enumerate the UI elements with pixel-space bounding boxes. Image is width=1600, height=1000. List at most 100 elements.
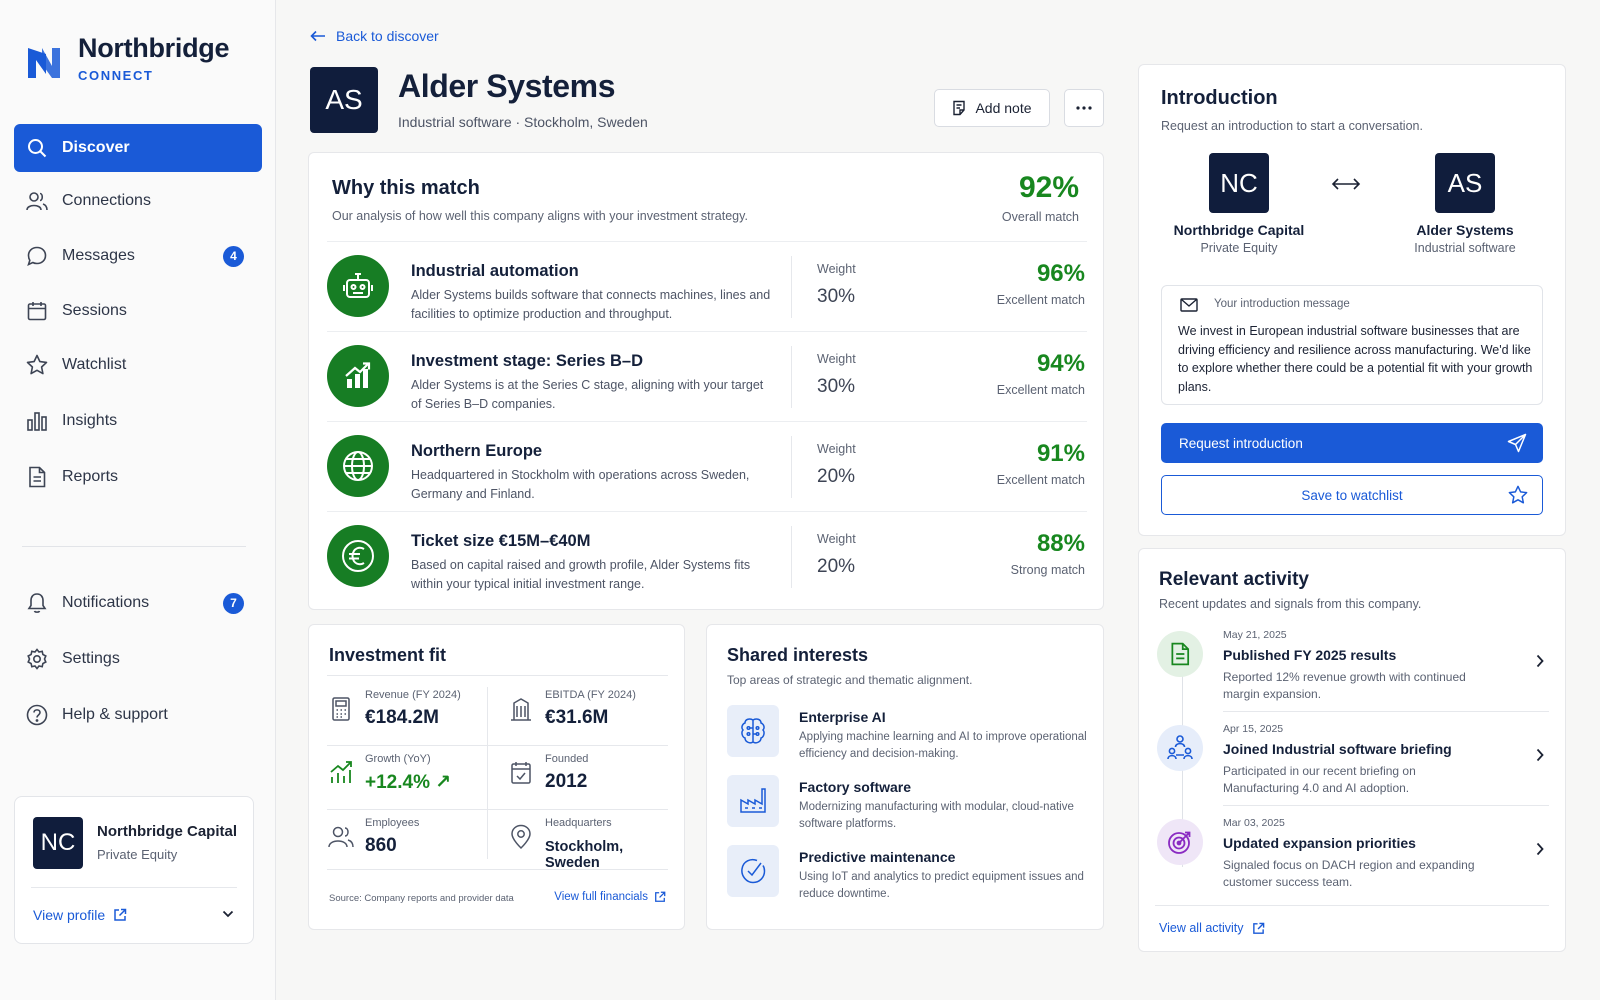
target-icon [1157,819,1203,865]
criterion-title: Investment stage: Series B–D [411,352,644,370]
brand[interactable]: Northbridge CONNECT [26,32,229,83]
brand-subtitle: CONNECT [78,68,154,83]
people-network-icon [1157,725,1203,771]
weight-label: Weight [817,262,856,276]
message-label: Your introduction message [1214,298,1350,310]
profile-card: NC Northbridge Capital Private Equity Vi… [14,796,254,944]
gauge-icon [727,845,779,897]
search-icon [26,137,48,159]
nav-item-discover[interactable]: Discover [14,124,262,172]
sidebar: Northbridge CONNECT Discover Connections… [0,0,276,1000]
fit-label: Headquarters [545,817,612,829]
interest-title: Enterprise AI [799,709,886,725]
nav-item-reports[interactable]: Reports [14,453,262,501]
party-name: Northbridge Capital [1173,222,1305,238]
nav-item-help[interactable]: Help & support [14,691,262,739]
nav-item-notifications[interactable]: Notifications 7 [14,579,262,627]
profile-name: Northbridge Capital [97,823,238,840]
nav-label: Help & support [62,706,168,723]
chat-icon [26,245,48,267]
nav-item-connections[interactable]: Connections [14,177,262,225]
company-meta: Industrial software · Stockholm, Sweden [398,114,648,130]
nav-label: Discover [62,139,130,156]
euro-icon [327,525,389,587]
overall-match-label: Overall match [1001,210,1079,224]
section-title: Investment fit [329,645,447,665]
nav-label: Notifications [62,594,150,611]
activity-title: Joined Industrial software briefing [1223,741,1452,757]
divider [327,745,668,746]
fit-headquarters: Headquarters Stockholm, Sweden [503,811,673,873]
avatar: AS [1435,153,1495,213]
chevron-down-icon[interactable] [221,907,235,921]
calendar-icon [26,300,48,322]
request-introduction-button[interactable]: Request introduction [1161,423,1543,463]
interest-factory-software: Factory software Modernizing manufacturi… [727,775,1095,835]
nav-item-settings[interactable]: Settings [14,635,262,683]
mail-icon [1180,298,1198,312]
intro-message-field[interactable]: Your introduction message We invest in E… [1161,285,1543,405]
nav-label: Connections [62,192,151,209]
party-type: Private Equity [1200,241,1278,255]
nav-item-messages[interactable]: Messages 4 [14,232,262,280]
match-percent: 96% [1036,260,1085,287]
brand-name: Northbridge [78,33,230,63]
help-icon [26,704,48,726]
match-row-industrial-automation: Industrial automation Alder Systems buil… [327,241,1087,331]
activity-item[interactable]: Mar 03, 2025 Updated expansion prioritie… [1157,817,1549,903]
introduction-card: Introduction Request an introduction to … [1138,64,1566,536]
external-link-icon [1252,922,1264,934]
criterion-description: Headquartered in Stockholm with operatio… [411,468,750,501]
activity-description: Signaled focus on DACH region and expand… [1223,858,1475,889]
overall-match-percent: 92% [1018,171,1079,204]
bell-icon [26,592,48,614]
add-note-button[interactable]: Add note [934,89,1050,127]
divider [31,887,237,888]
more-options-button[interactable] [1064,89,1104,127]
activity-item[interactable]: May 21, 2025 Published FY 2025 results R… [1157,629,1549,715]
nav-item-insights[interactable]: Insights [14,397,262,445]
notifications-badge: 7 [223,592,244,614]
nav-item-sessions[interactable]: Sessions [14,287,262,335]
factory-icon [727,775,779,827]
fit-employees: Employees 860 [323,811,493,873]
view-full-financials-link[interactable]: View full financials [554,891,666,903]
back-link[interactable]: Back to discover [310,28,439,44]
activity-date: May 21, 2025 [1223,629,1287,641]
criterion-title: Ticket size €15M–€40M [411,532,591,550]
growth-chart-icon [327,345,389,407]
match-row-ticket-size: Ticket size €15M–€40M Based on capital r… [327,511,1087,601]
weight-value: 30% [817,376,856,397]
external-link-icon [655,891,666,902]
users-icon [26,190,48,212]
save-to-watchlist-button[interactable]: Save to watchlist [1161,475,1543,515]
view-profile-link[interactable]: View profile [33,907,127,923]
match-label: Strong match [1010,563,1085,577]
view-all-activity-link[interactable]: View all activity [1159,921,1265,935]
message-text: We invest in European industrial softwar… [1178,324,1533,394]
company-logo: AS [310,67,378,133]
divider [791,526,792,588]
nav-item-watchlist[interactable]: Watchlist [14,341,262,389]
fit-value: +12.4% ↗ [365,772,452,793]
intro-to: AS Alder Systems Industrial software [1395,153,1535,255]
nav-label: Insights [62,412,118,429]
party-name: Alder Systems [1416,222,1514,238]
criterion-description: Based on capital raised and growth profi… [411,558,751,591]
growth-icon [330,761,352,783]
fit-label: Founded [545,753,589,765]
fit-value: €184.2M [365,707,439,728]
fit-ebitda: EBITDA (FY 2024) €31.6M [503,683,673,745]
divider [1223,711,1549,712]
match-label: Excellent match [996,473,1085,487]
calendar-check-icon [511,762,531,784]
note-icon [953,100,966,116]
interest-predictive-maintenance: Predictive maintenance Using IoT and ana… [727,845,1095,905]
activity-item[interactable]: Apr 15, 2025 Joined Industrial software … [1157,723,1549,809]
weight-value: 20% [817,466,856,487]
document-icon [26,466,48,488]
section-subtitle: Recent updates and signals from this com… [1159,597,1422,611]
bar-chart-icon [26,410,48,432]
calculator-icon [332,697,350,721]
arrow-left-right-icon [1331,178,1361,190]
